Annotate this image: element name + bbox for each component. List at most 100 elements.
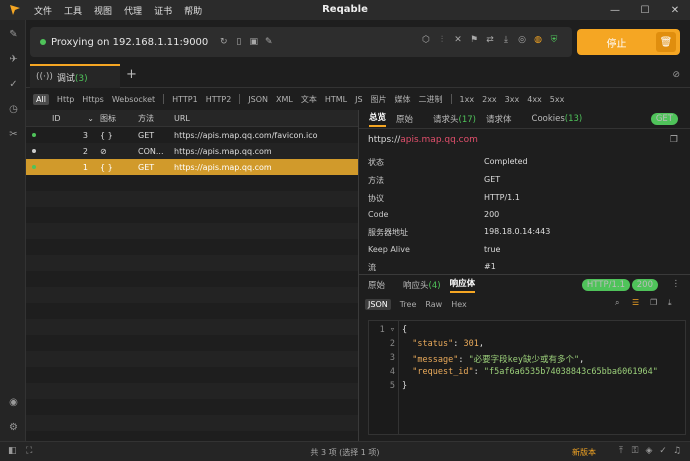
new-version-link[interactable]: 新版本	[572, 447, 596, 458]
stop-button[interactable]: 停止 🗑	[577, 29, 680, 55]
filter-html[interactable]: HTML	[325, 95, 347, 104]
copy-body-icon[interactable]: ❐	[650, 298, 657, 307]
filter-text[interactable]: 文本	[301, 94, 317, 105]
format-json[interactable]: JSON	[365, 298, 391, 310]
account-icon[interactable]: ◉	[7, 396, 20, 409]
format-tree[interactable]: Tree	[400, 300, 417, 309]
add-tab-icon[interactable]: +	[126, 67, 137, 82]
filter-binary[interactable]: 二进制	[419, 94, 443, 105]
empty-row	[26, 271, 358, 287]
filter-all[interactable]: All	[33, 93, 49, 105]
reqable-logo-icon	[6, 1, 24, 19]
tab-response-raw[interactable]: 原始	[368, 279, 385, 291]
scan-icon[interactable]: ◈	[642, 446, 656, 456]
save-icon[interactable]: ⤓	[668, 298, 672, 308]
url-scheme: https://	[368, 135, 401, 145]
col-id[interactable]: ID	[52, 114, 61, 123]
wrap-icon[interactable]: ☰	[632, 298, 639, 307]
format-hex[interactable]: Hex	[451, 300, 467, 309]
method-badge: GET	[650, 113, 678, 125]
test-icon[interactable]: ✓	[7, 78, 20, 91]
tab-debug-label: 调试	[56, 73, 75, 84]
col-icon[interactable]: 图标	[100, 113, 138, 124]
tab-response-headers[interactable]: 响应头(4)	[394, 279, 441, 291]
disable-bug-icon[interactable]: ✕	[450, 35, 466, 45]
menu-certificate[interactable]: 证书	[154, 4, 172, 17]
globe-icon[interactable]: ◍	[530, 35, 546, 45]
code-viewer[interactable]: 1 ▿ 2 3 4 5 { "status": 301, "message": …	[368, 320, 686, 435]
download-icon[interactable]: ⤓	[498, 35, 514, 45]
breakpoint-icon[interactable]: ⚑	[466, 35, 482, 45]
bell-icon[interactable]: ♫	[670, 446, 684, 456]
search-icon[interactable]: ⌕	[615, 298, 619, 308]
proxy-address: Proxying on 192.168.1.11:9000	[51, 36, 209, 48]
status-dot	[32, 165, 36, 169]
tab-request-headers[interactable]: 请求头(17)	[423, 113, 476, 125]
filter-http2[interactable]: HTTP2	[206, 95, 232, 104]
filter-js[interactable]: JS	[355, 95, 362, 104]
tab-debug[interactable]: ((·)) 调试(3)	[30, 64, 120, 88]
table-row[interactable]: 3 { } GET https://apis.map.qq.com/favico…	[26, 127, 358, 143]
shield-setting-icon[interactable]: ⬡	[418, 35, 434, 45]
tab-overview[interactable]: 总览	[369, 111, 387, 127]
check-icon[interactable]: ✓	[656, 446, 670, 456]
sort-icon[interactable]: ⌄	[87, 114, 94, 123]
settings-icon[interactable]: ⚙	[7, 421, 20, 434]
menu-view[interactable]: 视图	[94, 4, 112, 17]
filter-http[interactable]: Http	[57, 95, 74, 104]
ssl-shield-icon[interactable]: ⛨	[546, 35, 562, 45]
menu-help[interactable]: 帮助	[184, 4, 202, 17]
tab-raw[interactable]: 原始	[396, 113, 413, 125]
image-icon[interactable]: ▣	[246, 37, 261, 47]
history-icon[interactable]: ◷	[7, 103, 20, 116]
script-icon[interactable]: ◎	[514, 35, 530, 45]
copy-icon[interactable]: ❐	[670, 135, 678, 145]
refresh-icon[interactable]: ↻	[216, 37, 231, 47]
menu-proxy[interactable]: 代理	[124, 4, 142, 17]
col-url[interactable]: URL	[174, 114, 358, 123]
menu-tools[interactable]: 工具	[64, 4, 82, 17]
minimize-icon[interactable]: —	[600, 0, 630, 20]
line-number: 4	[389, 367, 395, 377]
close-icon[interactable]: ✕	[660, 0, 690, 20]
mobile-icon[interactable]: ▯	[231, 37, 246, 47]
menu-file[interactable]: 文件	[34, 4, 52, 17]
throttle-icon[interactable]: ⫶	[434, 35, 450, 45]
api-icon[interactable]: ✈	[7, 53, 20, 66]
edit-icon[interactable]: ✎	[261, 37, 276, 47]
table-row[interactable]: 2 ⊘ CON... https://apis.map.qq.com	[26, 143, 358, 159]
filter-2xx[interactable]: 2xx	[482, 95, 497, 104]
col-method[interactable]: 方法	[138, 113, 174, 124]
row-method: GET	[138, 162, 155, 172]
filter-https[interactable]: Https	[82, 95, 104, 104]
filter-media[interactable]: 媒体	[395, 94, 411, 105]
empty-row	[26, 415, 358, 431]
upload-icon[interactable]: ⤒	[614, 446, 628, 456]
lock-icon[interactable]: ⚿	[628, 446, 642, 456]
capture-icon[interactable]: ✎	[7, 28, 20, 41]
filter-image[interactable]: 图片	[371, 94, 387, 105]
filter-websocket[interactable]: Websocket	[112, 95, 155, 104]
line-gutter	[369, 321, 399, 434]
filter-json[interactable]: JSON	[248, 95, 268, 104]
format-raw[interactable]: Raw	[425, 300, 442, 309]
filter-3xx[interactable]: 3xx	[505, 95, 520, 104]
filter-http1[interactable]: HTTP1	[172, 95, 198, 104]
tab-cookies[interactable]: Cookies(13)	[522, 114, 583, 124]
trash-icon[interactable]: 🗑	[656, 32, 676, 52]
maximize-icon[interactable]: ☐	[630, 0, 660, 20]
filter-5xx[interactable]: 5xx	[550, 95, 565, 104]
clear-session-icon[interactable]: ⊘	[672, 70, 680, 80]
empty-row	[26, 255, 358, 271]
table-row-selected[interactable]: 1 { } GET https://apis.map.qq.com	[26, 159, 358, 175]
tab-request-body[interactable]: 请求体	[486, 113, 512, 125]
row-method: GET	[138, 130, 155, 140]
tools-icon[interactable]: ✂	[7, 128, 20, 141]
filter-1xx[interactable]: 1xx	[460, 95, 475, 104]
rewrite-icon[interactable]: ⇄	[482, 35, 498, 45]
tab-response-body[interactable]: 响应体	[449, 277, 476, 293]
more-icon[interactable]: ⋮	[672, 279, 681, 289]
response-panel: 原始 响应头(4) 响应体 HTTP/1.1 200 ⋮ JSON Tree R…	[359, 274, 690, 441]
filter-xml[interactable]: XML	[276, 95, 293, 104]
filter-4xx[interactable]: 4xx	[527, 95, 542, 104]
